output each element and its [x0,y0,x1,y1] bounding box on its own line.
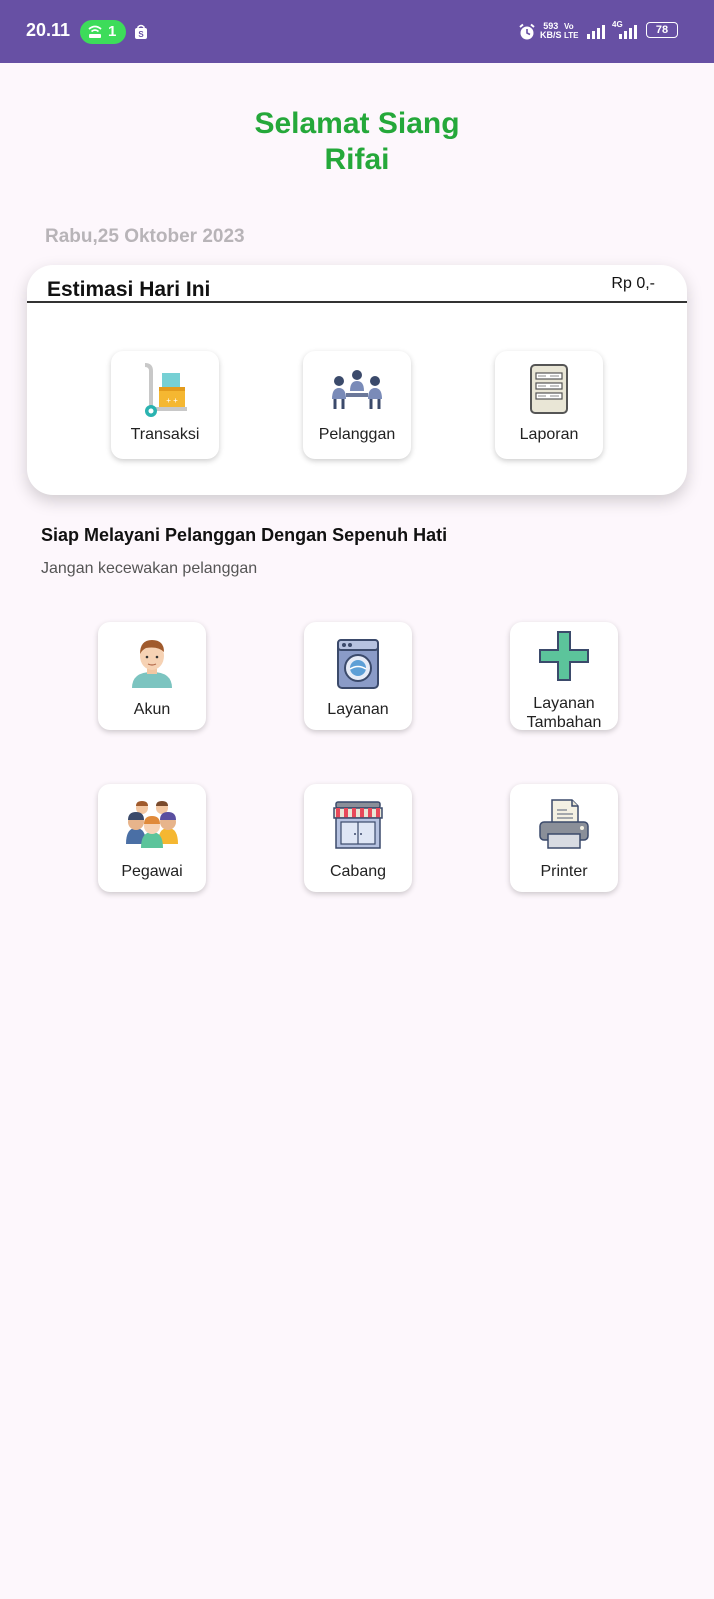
plus-icon [539,631,589,681]
transaksi-button[interactable]: + + Transaksi [111,351,219,459]
pegawai-button[interactable]: Pegawai [98,784,206,892]
net-speed-unit: KB/S [540,30,562,40]
customers-meeting-icon [332,370,382,409]
pelanggan-label: Pelanggan [318,426,396,443]
estimate-card: Estimasi Hari Ini Rp 0,- + + Transaksi P… [27,265,687,495]
hotspot-pill: 1 [80,20,126,44]
status-bar: 20.11 1 S 593 KB/S Vo LTE 4G 78 [0,0,714,63]
user-avatar-icon [132,640,172,688]
estimate-amount: Rp 0,- [611,275,655,292]
shopping-bag-icon: S [135,24,147,39]
hotspot-icon [88,25,102,38]
layanan-tambahan-label: Layanan Tambahan [526,695,602,731]
battery-icon: 78 [646,22,678,38]
section-title: Siap Melayani Pelanggan Dengan Sepenuh H… [41,525,448,545]
divider [27,301,687,303]
delivery-cart-icon: + + [144,363,187,417]
hotspot-count: 1 [108,23,117,40]
signal-2-icon [619,25,637,39]
layanan-button[interactable]: Layanan [304,622,412,730]
akun-button[interactable]: Akun [98,622,206,730]
estimate-title: Estimasi Hari Ini [47,278,211,301]
employees-group-icon [126,801,178,848]
printer-button[interactable]: Printer [510,784,618,892]
printer-label: Printer [540,863,588,880]
washing-machine-icon [337,639,379,689]
greeting-username: Rifai [324,143,390,176]
laporan-label: Laporan [519,426,579,443]
svg-text:+ +: + + [166,396,178,405]
alarm-icon [519,23,535,40]
pegawai-label: Pegawai [121,863,183,880]
report-document-icon [530,364,568,414]
status-time: 20.11 [26,20,71,40]
svg-text:S: S [138,30,144,39]
laporan-button[interactable]: Laporan [495,351,603,459]
akun-label: Akun [133,701,171,718]
pelanggan-button[interactable]: Pelanggan [303,351,411,459]
greeting-salutation: Selamat Siang [254,107,460,140]
layanan-tambahan-button[interactable]: Layanan Tambahan [510,622,618,731]
current-date: Rabu,25 Oktober 2023 [45,226,245,247]
cabang-label: Cabang [329,863,387,880]
signal-icon [587,25,605,39]
volte-icon: Vo LTE [564,22,579,40]
printer-icon [539,799,589,849]
greeting: Selamat Siang Rifai [0,106,714,178]
cabang-button[interactable]: Cabang [304,784,412,892]
section-subtitle: Jangan kecewakan pelanggan [41,560,258,577]
storefront-icon [333,801,383,849]
layanan-label: Layanan [327,701,389,718]
transaksi-label: Transaksi [130,426,200,443]
